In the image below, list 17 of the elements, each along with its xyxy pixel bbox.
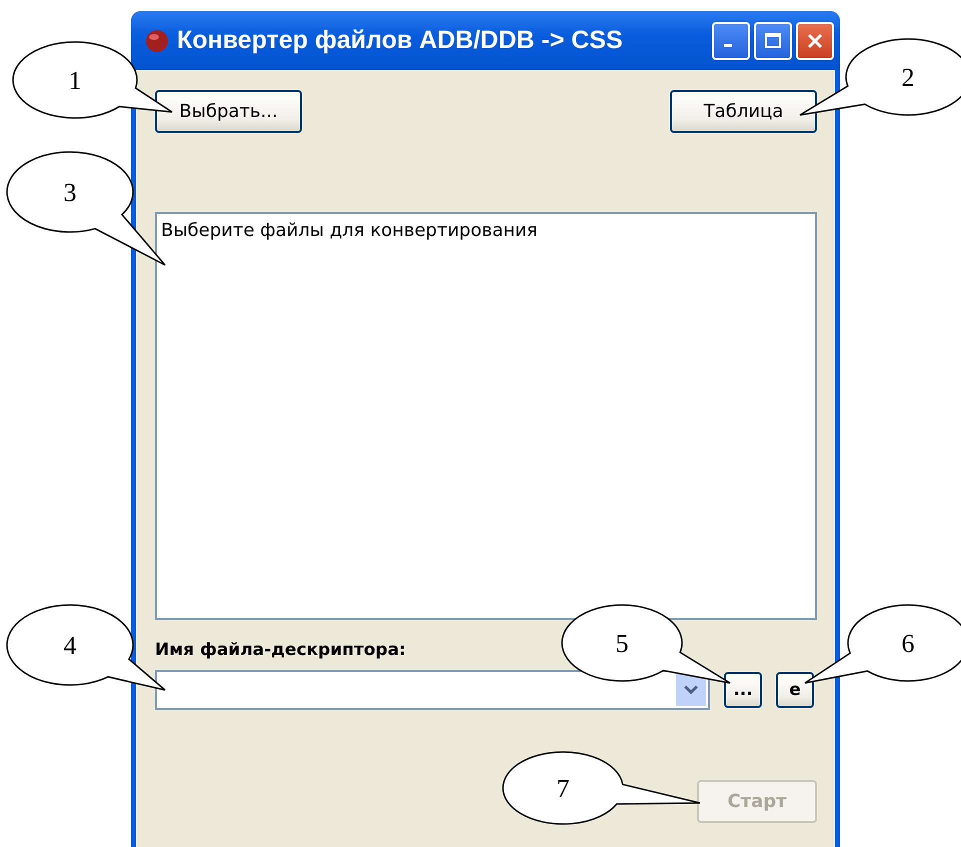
callout: 7 [502, 751, 701, 825]
callout: 2 [799, 38, 961, 116]
choose-button[interactable]: Выбрать... [155, 90, 302, 133]
callout: 1 [12, 41, 173, 119]
browse-button[interactable]: ... [724, 672, 762, 708]
callout: 6 [804, 604, 961, 684]
callout: 5 [561, 604, 731, 684]
minimize-icon [724, 44, 732, 47]
descriptor-label: Имя файла-дескриптора: [155, 640, 406, 660]
edit-button[interactable]: e [776, 672, 814, 708]
maximize-icon [763, 30, 783, 50]
dropdown-icon[interactable] [676, 674, 706, 706]
table-button[interactable]: Таблица [670, 90, 817, 133]
close-button[interactable] [796, 22, 834, 60]
window-title: Конвертер файлов ADB/DDB -> CSS [177, 26, 624, 55]
minimize-button[interactable] [712, 22, 750, 60]
maximize-button[interactable] [754, 22, 792, 60]
